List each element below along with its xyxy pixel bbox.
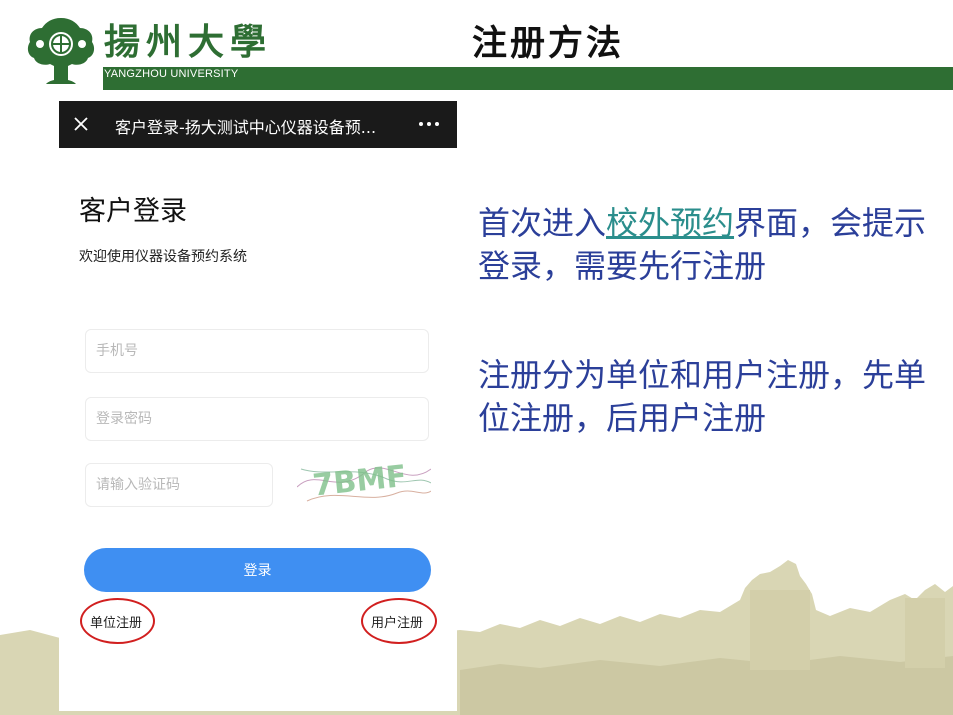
captcha-text: 7BMF: [311, 459, 408, 504]
university-chinese-name: 揚州大學: [104, 21, 273, 63]
captcha-input[interactable]: [85, 463, 273, 507]
phone-topbar: 客户登录-扬大测试中心仪器设备预...: [59, 101, 457, 148]
unit-register-link[interactable]: 单位注册: [90, 612, 142, 631]
phone-login-screen: 客户登录-扬大测试中心仪器设备预... 客户登录 欢迎使用仪器设备预约系统 7B…: [59, 101, 457, 711]
note-first-prefix: 首次进入: [478, 204, 607, 242]
user-register-link[interactable]: 用户注册: [371, 612, 423, 631]
slide-title: 注册方法: [472, 23, 625, 64]
password-input[interactable]: [85, 397, 429, 441]
note-first-visit: 首次进入校外预约界面，会提示登录，需要先行注册: [478, 202, 938, 288]
offcampus-booking-link[interactable]: 校外预约: [606, 204, 734, 242]
phone-number-input[interactable]: [85, 329, 429, 373]
login-subtitle: 欢迎使用仪器设备预约系统: [79, 249, 247, 265]
note-register-order: 注册分为单位和用户注册，先单位注册，后用户注册: [478, 356, 927, 437]
login-button[interactable]: 登录: [84, 548, 431, 592]
login-heading: 客户登录: [79, 196, 187, 227]
more-dots-icon[interactable]: [417, 114, 441, 134]
slide: YANGZHOU UNIVERSITY 揚州大學 注册方法 客户登录-扬大测试中…: [0, 0, 953, 715]
topbar-title: 客户登录-扬大测试中心仪器设备预...: [115, 118, 377, 137]
close-icon[interactable]: [71, 114, 91, 134]
university-logo-icon: [27, 18, 95, 84]
university-english-name: YANGZHOU UNIVERSITY: [104, 68, 239, 80]
captcha-image[interactable]: 7BMF: [297, 457, 431, 511]
